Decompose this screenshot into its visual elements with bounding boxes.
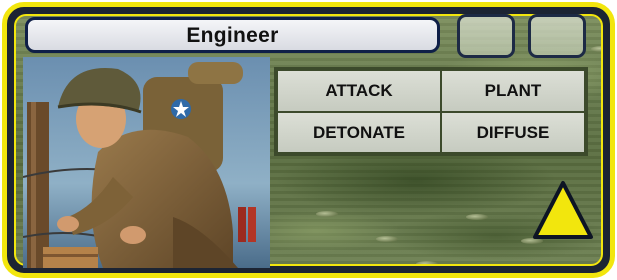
soldier-illustration	[23, 57, 270, 268]
rivet	[416, 261, 438, 264]
up-arrow-button[interactable]	[532, 180, 594, 240]
plant-button[interactable]: PLANT	[440, 69, 586, 113]
up-arrow-triangle-icon	[533, 181, 593, 239]
action-button-grid: ATTACK PLANT DETONATE DIFFUSE	[274, 67, 588, 156]
rivet	[316, 211, 338, 217]
engineer-portrait	[23, 57, 270, 268]
rivet	[376, 236, 398, 242]
ability-slot-2[interactable]	[528, 14, 586, 58]
rivet	[466, 214, 488, 220]
unit-name: Engineer	[186, 24, 279, 47]
detonate-button[interactable]: DETONATE	[276, 111, 442, 154]
rivet	[591, 46, 601, 52]
ability-slot-1[interactable]	[457, 14, 515, 58]
diffuse-button[interactable]: DIFFUSE	[440, 111, 586, 154]
attack-button[interactable]: ATTACK	[276, 69, 442, 113]
unit-name-bar: Engineer	[25, 17, 440, 53]
